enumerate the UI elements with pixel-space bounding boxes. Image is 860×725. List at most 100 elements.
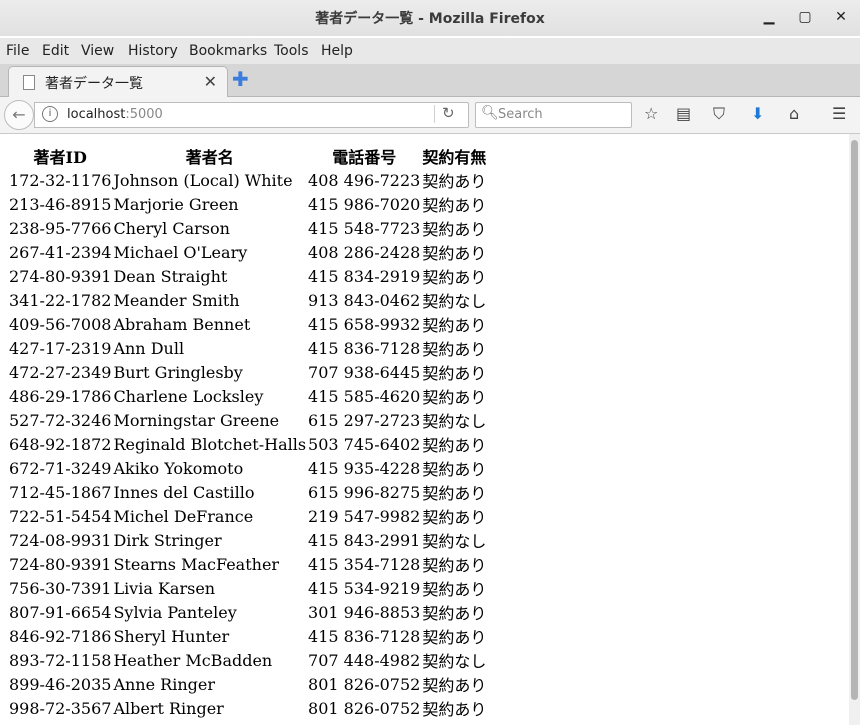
cell-contract: 契約あり xyxy=(422,340,487,359)
cell-contract: 契約あり xyxy=(422,604,487,623)
table-row: 486-29-1786 Charlene Locksley 415 585-4620… xyxy=(8,384,487,408)
cell-contract: 契約あり xyxy=(422,580,487,599)
cell-author-id: 274-80-9391 xyxy=(9,266,112,286)
cell-contract: 契約あり xyxy=(422,436,487,455)
cell-contract: 契約あり xyxy=(422,244,487,263)
table-row: 899-46-2035 Anne Ringer 801 826-0752 契約あり xyxy=(8,672,487,696)
cell-author-name: Livia Karsen xyxy=(113,578,216,598)
menu-bar: File Edit View History Bookmarks Tools H… xyxy=(0,38,860,64)
cell-author-id: 409-56-7008 xyxy=(9,314,112,334)
pocket-icon[interactable]: ⛉ xyxy=(713,104,725,124)
cell-author-name: Charlene Locksley xyxy=(113,386,264,406)
cell-phone: 415 843-2991 xyxy=(308,530,421,550)
menu-tools[interactable]: Tools xyxy=(274,43,309,59)
cell-author-name: Johnson (Local) White xyxy=(113,170,293,190)
cell-author-id: 472-27-2349 xyxy=(9,362,112,382)
menu-bookmarks[interactable]: Bookmarks xyxy=(189,43,267,59)
page-icon xyxy=(23,75,35,90)
cell-author-name: Reginald Blotchet-Halls xyxy=(113,434,307,454)
cell-author-name: Abraham Bennet xyxy=(113,314,251,334)
tab-bar: 著者データ一覧 ✕ xyxy=(0,64,860,97)
url-separator xyxy=(434,105,435,123)
cell-author-name: Stearns MacFeather xyxy=(113,554,280,574)
cell-contract: 契約あり xyxy=(422,484,487,503)
cell-phone: 415 836-7128 xyxy=(308,338,421,358)
table-row: 172-32-1176 Johnson (Local) White 408 496-… xyxy=(8,168,487,192)
menu-edit[interactable]: Edit xyxy=(42,43,69,59)
table-row: 267-41-2394 Michael O'Leary 408 286-2428 契約… xyxy=(8,240,487,264)
cell-author-name: Innes del Castillo xyxy=(113,482,255,502)
menu-view[interactable]: View xyxy=(81,43,114,59)
table-row: 724-80-9391 Stearns MacFeather 415 354-712… xyxy=(8,552,487,576)
cell-phone: 415 354-7128 xyxy=(308,554,421,574)
cell-author-name: Michel DeFrance xyxy=(113,506,254,526)
table-row: 807-91-6654 Sylvia Panteley 301 946-8853 契約… xyxy=(8,600,487,624)
table-row: 722-51-5454 Michel DeFrance 219 547-9982 契約… xyxy=(8,504,487,528)
site-info-icon[interactable]: i xyxy=(42,106,58,122)
table-row: 648-92-1872 Reginald Blotchet-Halls 503 74… xyxy=(8,432,487,456)
table-row: 409-56-7008 Abraham Bennet 415 658-9932 契約あ… xyxy=(8,312,487,336)
table-row: 238-95-7766 Cheryl Carson 415 548-7723 契約あり xyxy=(8,216,487,240)
download-icon[interactable]: ⬇ xyxy=(751,104,764,123)
cell-author-name: Cheryl Carson xyxy=(113,218,230,238)
menu-file[interactable]: File xyxy=(6,43,29,59)
table-row: 672-71-3249 Akiko Yokomoto 415 935-4228 契約あ… xyxy=(8,456,487,480)
cell-phone: 415 935-4228 xyxy=(308,458,421,478)
url-port: :5000 xyxy=(125,107,163,122)
close-window-button[interactable]: ✕ xyxy=(832,8,850,26)
cell-author-name: Akiko Yokomoto xyxy=(113,458,244,478)
minimize-button[interactable]: ▁ xyxy=(760,8,778,26)
cell-author-id: 238-95-7766 xyxy=(9,218,112,238)
table-row: 724-08-9931 Dirk Stringer 415 843-2991 契約なし xyxy=(8,528,487,552)
cell-contract: 契約あり xyxy=(422,316,487,335)
cell-author-id: 672-71-3249 xyxy=(9,458,112,478)
header-author-id: 著者ID xyxy=(33,148,87,167)
scrollbar-thumb[interactable] xyxy=(851,140,858,700)
cell-author-id: 213-46-8915 xyxy=(9,194,112,214)
bookmark-star-icon[interactable]: ☆ xyxy=(644,104,658,123)
back-button[interactable]: ← xyxy=(4,100,34,130)
cell-phone: 219 547-9982 xyxy=(308,506,421,526)
menu-help[interactable]: Help xyxy=(321,43,353,59)
cell-phone: 408 286-2428 xyxy=(308,242,421,262)
tab-authors[interactable]: 著者データ一覧 ✕ xyxy=(8,66,228,97)
cell-author-name: Sheryl Hunter xyxy=(113,626,230,646)
reading-list-icon[interactable]: ▤ xyxy=(676,104,691,123)
table-row: 213-46-8915 Marjorie Green 415 986-7020 契約あ… xyxy=(8,192,487,216)
cell-author-name: Marjorie Green xyxy=(113,194,239,214)
hamburger-menu-icon[interactable]: ☰ xyxy=(832,104,846,123)
cell-phone: 415 658-9932 xyxy=(308,314,421,334)
cell-phone: 415 534-9219 xyxy=(308,578,421,598)
table-row: 712-45-1867 Innes del Castillo 615 996-827… xyxy=(8,480,487,504)
home-icon[interactable]: ⌂ xyxy=(789,104,799,123)
cell-contract: 契約あり xyxy=(422,460,487,479)
cell-author-name: Burt Gringlesby xyxy=(113,362,243,382)
cell-phone: 503 745-6402 xyxy=(308,434,421,454)
cell-author-id: 427-17-2319 xyxy=(9,338,112,358)
cell-author-id: 648-92-1872 xyxy=(9,434,112,454)
table-row: 472-27-2349 Burt Gringlesby 707 938-6445 契約… xyxy=(8,360,487,384)
cell-author-name: Anne Ringer xyxy=(113,674,215,694)
reload-icon[interactable]: ↻ xyxy=(442,104,455,122)
close-tab-icon[interactable]: ✕ xyxy=(204,72,217,91)
url-text[interactable]: localhost:5000 xyxy=(67,107,163,122)
cell-phone: 615 996-8275 xyxy=(308,482,421,502)
new-tab-button[interactable]: ✚ xyxy=(232,67,252,91)
cell-author-id: 998-72-3567 xyxy=(9,698,112,718)
menu-history[interactable]: History xyxy=(128,43,178,59)
cell-author-id: 712-45-1867 xyxy=(9,482,112,502)
cell-contract: 契約あり xyxy=(422,700,487,719)
window-title: 著者データ一覧 - Mozilla Firefox xyxy=(315,11,545,27)
cell-contract: 契約なし xyxy=(422,532,487,551)
cell-author-id: 722-51-5454 xyxy=(9,506,112,526)
title-bar: 著者データ一覧 - Mozilla Firefox ▁ ▢ ✕ xyxy=(0,0,860,36)
maximize-button[interactable]: ▢ xyxy=(796,8,814,26)
cell-phone: 615 297-2723 xyxy=(308,410,421,430)
cell-contract: 契約あり xyxy=(422,268,487,287)
search-placeholder: Search xyxy=(498,107,543,122)
cell-author-id: 899-46-2035 xyxy=(9,674,112,694)
cell-author-name: Morningstar Greene xyxy=(113,410,280,430)
table-row: 998-72-3567 Albert Ringer 801 826-0752 契約あり xyxy=(8,696,487,720)
header-author-name: 著者名 xyxy=(185,148,234,167)
cell-author-name: Dirk Stringer xyxy=(113,530,222,550)
